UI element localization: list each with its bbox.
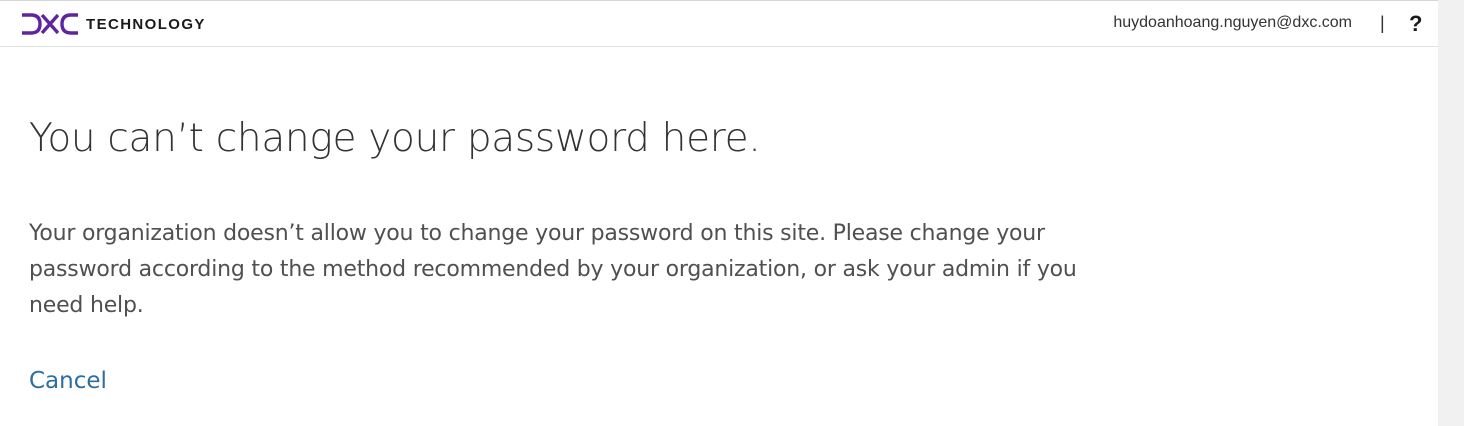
- page-title: You can’t change your password here.: [29, 116, 761, 161]
- scrollbar[interactable]: [1438, 0, 1464, 426]
- cancel-link[interactable]: Cancel: [29, 368, 107, 394]
- brand-text: TECHNOLOGY: [86, 15, 206, 33]
- error-message: Your organization doesn’t allow you to c…: [29, 221, 1077, 318]
- top-bar: TECHNOLOGY huydoanhoang.nguyen@dxc.com |…: [0, 0, 1438, 47]
- dxc-logo: TECHNOLOGY: [20, 12, 206, 36]
- user-email[interactable]: huydoanhoang.nguyen@dxc.com: [1113, 14, 1352, 32]
- help-button[interactable]: ?: [1409, 11, 1422, 37]
- dxc-logo-icon: [22, 13, 78, 35]
- header-divider: |: [1380, 13, 1385, 33]
